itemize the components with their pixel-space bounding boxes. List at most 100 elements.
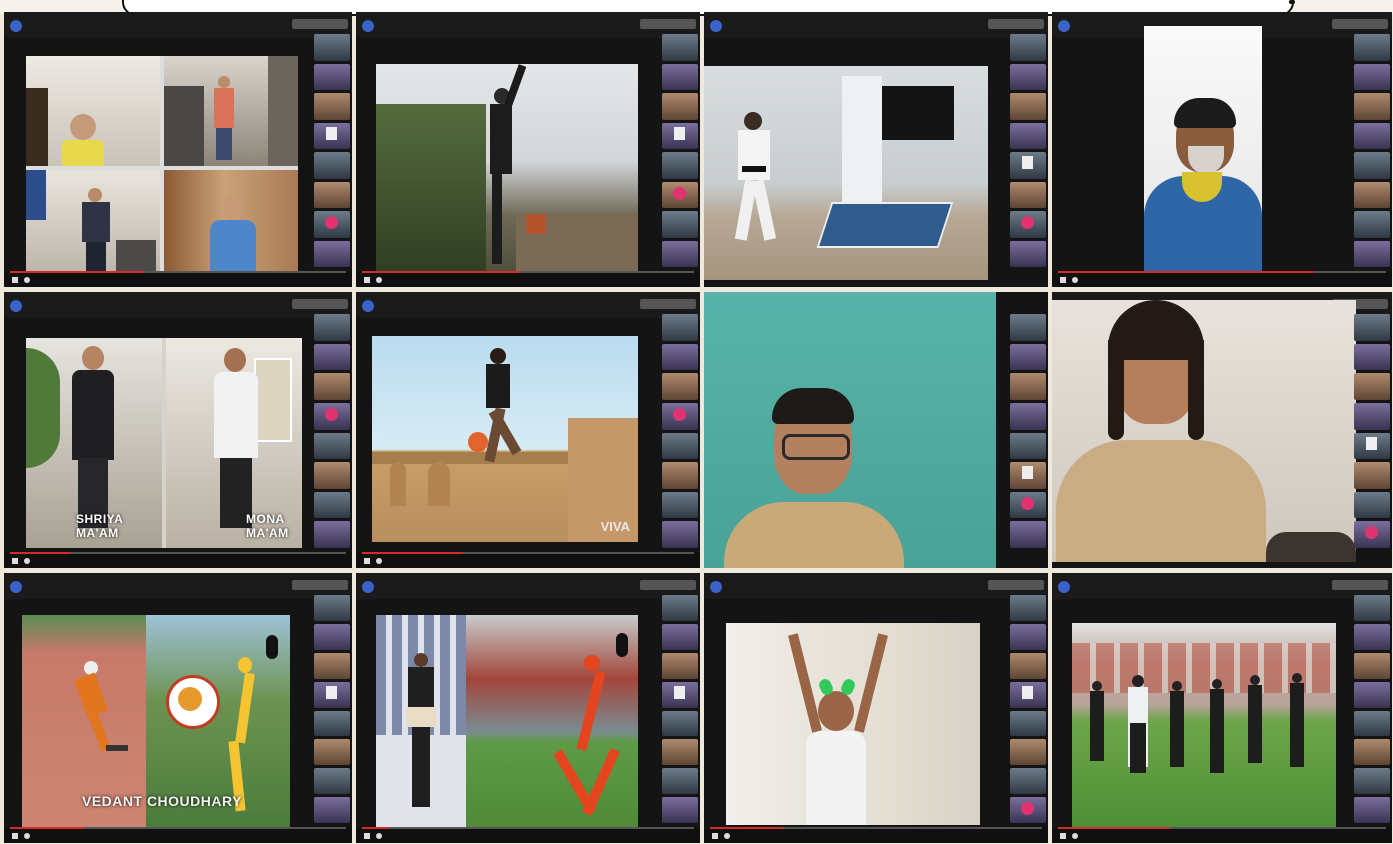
- participant-thumb[interactable]: [1010, 152, 1046, 179]
- play-icon[interactable]: [712, 833, 718, 839]
- participant-thumb[interactable]: [662, 739, 698, 766]
- progress-bar[interactable]: [10, 552, 346, 554]
- progress-bar[interactable]: [10, 827, 346, 829]
- participant-thumb[interactable]: [1354, 595, 1390, 621]
- participant-thumb[interactable]: [662, 491, 698, 519]
- progress-bar[interactable]: [362, 271, 694, 273]
- participant-thumb[interactable]: [1354, 122, 1390, 149]
- participant-thumb[interactable]: [314, 681, 350, 708]
- participant-thumb[interactable]: [662, 623, 698, 650]
- volume-icon[interactable]: [24, 558, 30, 564]
- play-icon[interactable]: [364, 833, 370, 839]
- participant-thumb[interactable]: [1354, 710, 1390, 737]
- participant-thumb[interactable]: [662, 122, 698, 149]
- window-controls[interactable]: [640, 580, 696, 590]
- participant-thumb[interactable]: [1354, 681, 1390, 708]
- participant-thumb[interactable]: [1354, 373, 1390, 400]
- participant-thumb[interactable]: [1010, 181, 1046, 208]
- participant-thumb[interactable]: [1354, 240, 1390, 267]
- participant-thumb[interactable]: [314, 34, 350, 61]
- participant-thumb[interactable]: [662, 768, 698, 795]
- participant-thumb[interactable]: [1354, 491, 1390, 519]
- volume-icon[interactable]: [376, 277, 382, 283]
- play-icon[interactable]: [12, 833, 18, 839]
- participant-thumb[interactable]: [1010, 491, 1046, 519]
- progress-bar[interactable]: [10, 271, 346, 273]
- participant-thumb[interactable]: [662, 681, 698, 708]
- participant-thumb[interactable]: [1354, 152, 1390, 179]
- participant-thumb[interactable]: [1010, 710, 1046, 737]
- participant-thumb[interactable]: [662, 373, 698, 400]
- participant-thumb[interactable]: [662, 152, 698, 179]
- participant-thumb[interactable]: [314, 797, 350, 823]
- participant-thumb[interactable]: [1354, 432, 1390, 460]
- participant-thumb[interactable]: [314, 739, 350, 766]
- progress-bar[interactable]: [710, 827, 1042, 829]
- participant-thumb[interactable]: [314, 122, 350, 149]
- participant-thumb[interactable]: [1354, 623, 1390, 650]
- participant-thumb[interactable]: [1010, 122, 1046, 149]
- window-controls[interactable]: [640, 19, 696, 29]
- participant-thumb[interactable]: [314, 595, 350, 621]
- play-icon[interactable]: [364, 558, 370, 564]
- participant-thumb[interactable]: [1010, 373, 1046, 400]
- participant-thumb[interactable]: [314, 462, 350, 489]
- participant-thumb[interactable]: [1354, 34, 1390, 61]
- participant-thumb[interactable]: [314, 314, 350, 341]
- participant-thumb[interactable]: [1354, 797, 1390, 823]
- participant-thumb[interactable]: [1010, 462, 1046, 489]
- window-controls[interactable]: [988, 580, 1044, 590]
- participant-thumb[interactable]: [1010, 63, 1046, 90]
- participant-thumb[interactable]: [314, 152, 350, 179]
- participant-thumb[interactable]: [1354, 314, 1390, 341]
- participant-thumb[interactable]: [1010, 240, 1046, 267]
- participant-thumb[interactable]: [662, 432, 698, 460]
- window-controls[interactable]: [1332, 19, 1388, 29]
- participant-thumb[interactable]: [1354, 343, 1390, 371]
- participant-thumb[interactable]: [314, 521, 350, 548]
- participant-thumb[interactable]: [314, 93, 350, 120]
- window-controls[interactable]: [292, 19, 348, 29]
- participant-thumb[interactable]: [314, 652, 350, 679]
- participant-thumb[interactable]: [662, 240, 698, 267]
- participant-thumb[interactable]: [314, 181, 350, 208]
- participant-thumb[interactable]: [1010, 595, 1046, 621]
- window-controls[interactable]: [640, 299, 696, 309]
- participant-thumb[interactable]: [662, 34, 698, 61]
- participant-thumb[interactable]: [314, 623, 350, 650]
- participant-thumb[interactable]: [662, 211, 698, 238]
- volume-icon[interactable]: [1072, 277, 1078, 283]
- play-icon[interactable]: [1060, 833, 1066, 839]
- volume-icon[interactable]: [376, 558, 382, 564]
- participant-thumb[interactable]: [1010, 432, 1046, 460]
- progress-bar[interactable]: [1058, 271, 1386, 273]
- participant-thumb[interactable]: [1354, 93, 1390, 120]
- progress-bar[interactable]: [362, 552, 694, 554]
- participant-thumb[interactable]: [1010, 739, 1046, 766]
- participant-thumb[interactable]: [1010, 402, 1046, 430]
- participant-thumb[interactable]: [1354, 739, 1390, 766]
- participant-thumb[interactable]: [1010, 521, 1046, 548]
- volume-icon[interactable]: [376, 833, 382, 839]
- participant-thumb[interactable]: [662, 63, 698, 90]
- participant-thumb[interactable]: [662, 595, 698, 621]
- participant-thumb[interactable]: [1354, 63, 1390, 90]
- participant-thumb[interactable]: [1010, 681, 1046, 708]
- participant-thumb[interactable]: [314, 373, 350, 400]
- window-controls[interactable]: [988, 19, 1044, 29]
- participant-thumb[interactable]: [662, 710, 698, 737]
- participant-thumb[interactable]: [662, 652, 698, 679]
- participant-thumb[interactable]: [314, 402, 350, 430]
- participant-thumb[interactable]: [1354, 521, 1390, 548]
- participant-thumb[interactable]: [1010, 93, 1046, 120]
- progress-bar[interactable]: [1058, 827, 1386, 829]
- participant-thumb[interactable]: [662, 181, 698, 208]
- participant-thumb[interactable]: [1010, 797, 1046, 823]
- participant-thumb[interactable]: [1354, 652, 1390, 679]
- progress-bar[interactable]: [362, 827, 694, 829]
- participant-thumb[interactable]: [1354, 768, 1390, 795]
- play-icon[interactable]: [12, 277, 18, 283]
- participant-thumb[interactable]: [662, 402, 698, 430]
- participant-thumb[interactable]: [314, 491, 350, 519]
- participant-thumb[interactable]: [314, 768, 350, 795]
